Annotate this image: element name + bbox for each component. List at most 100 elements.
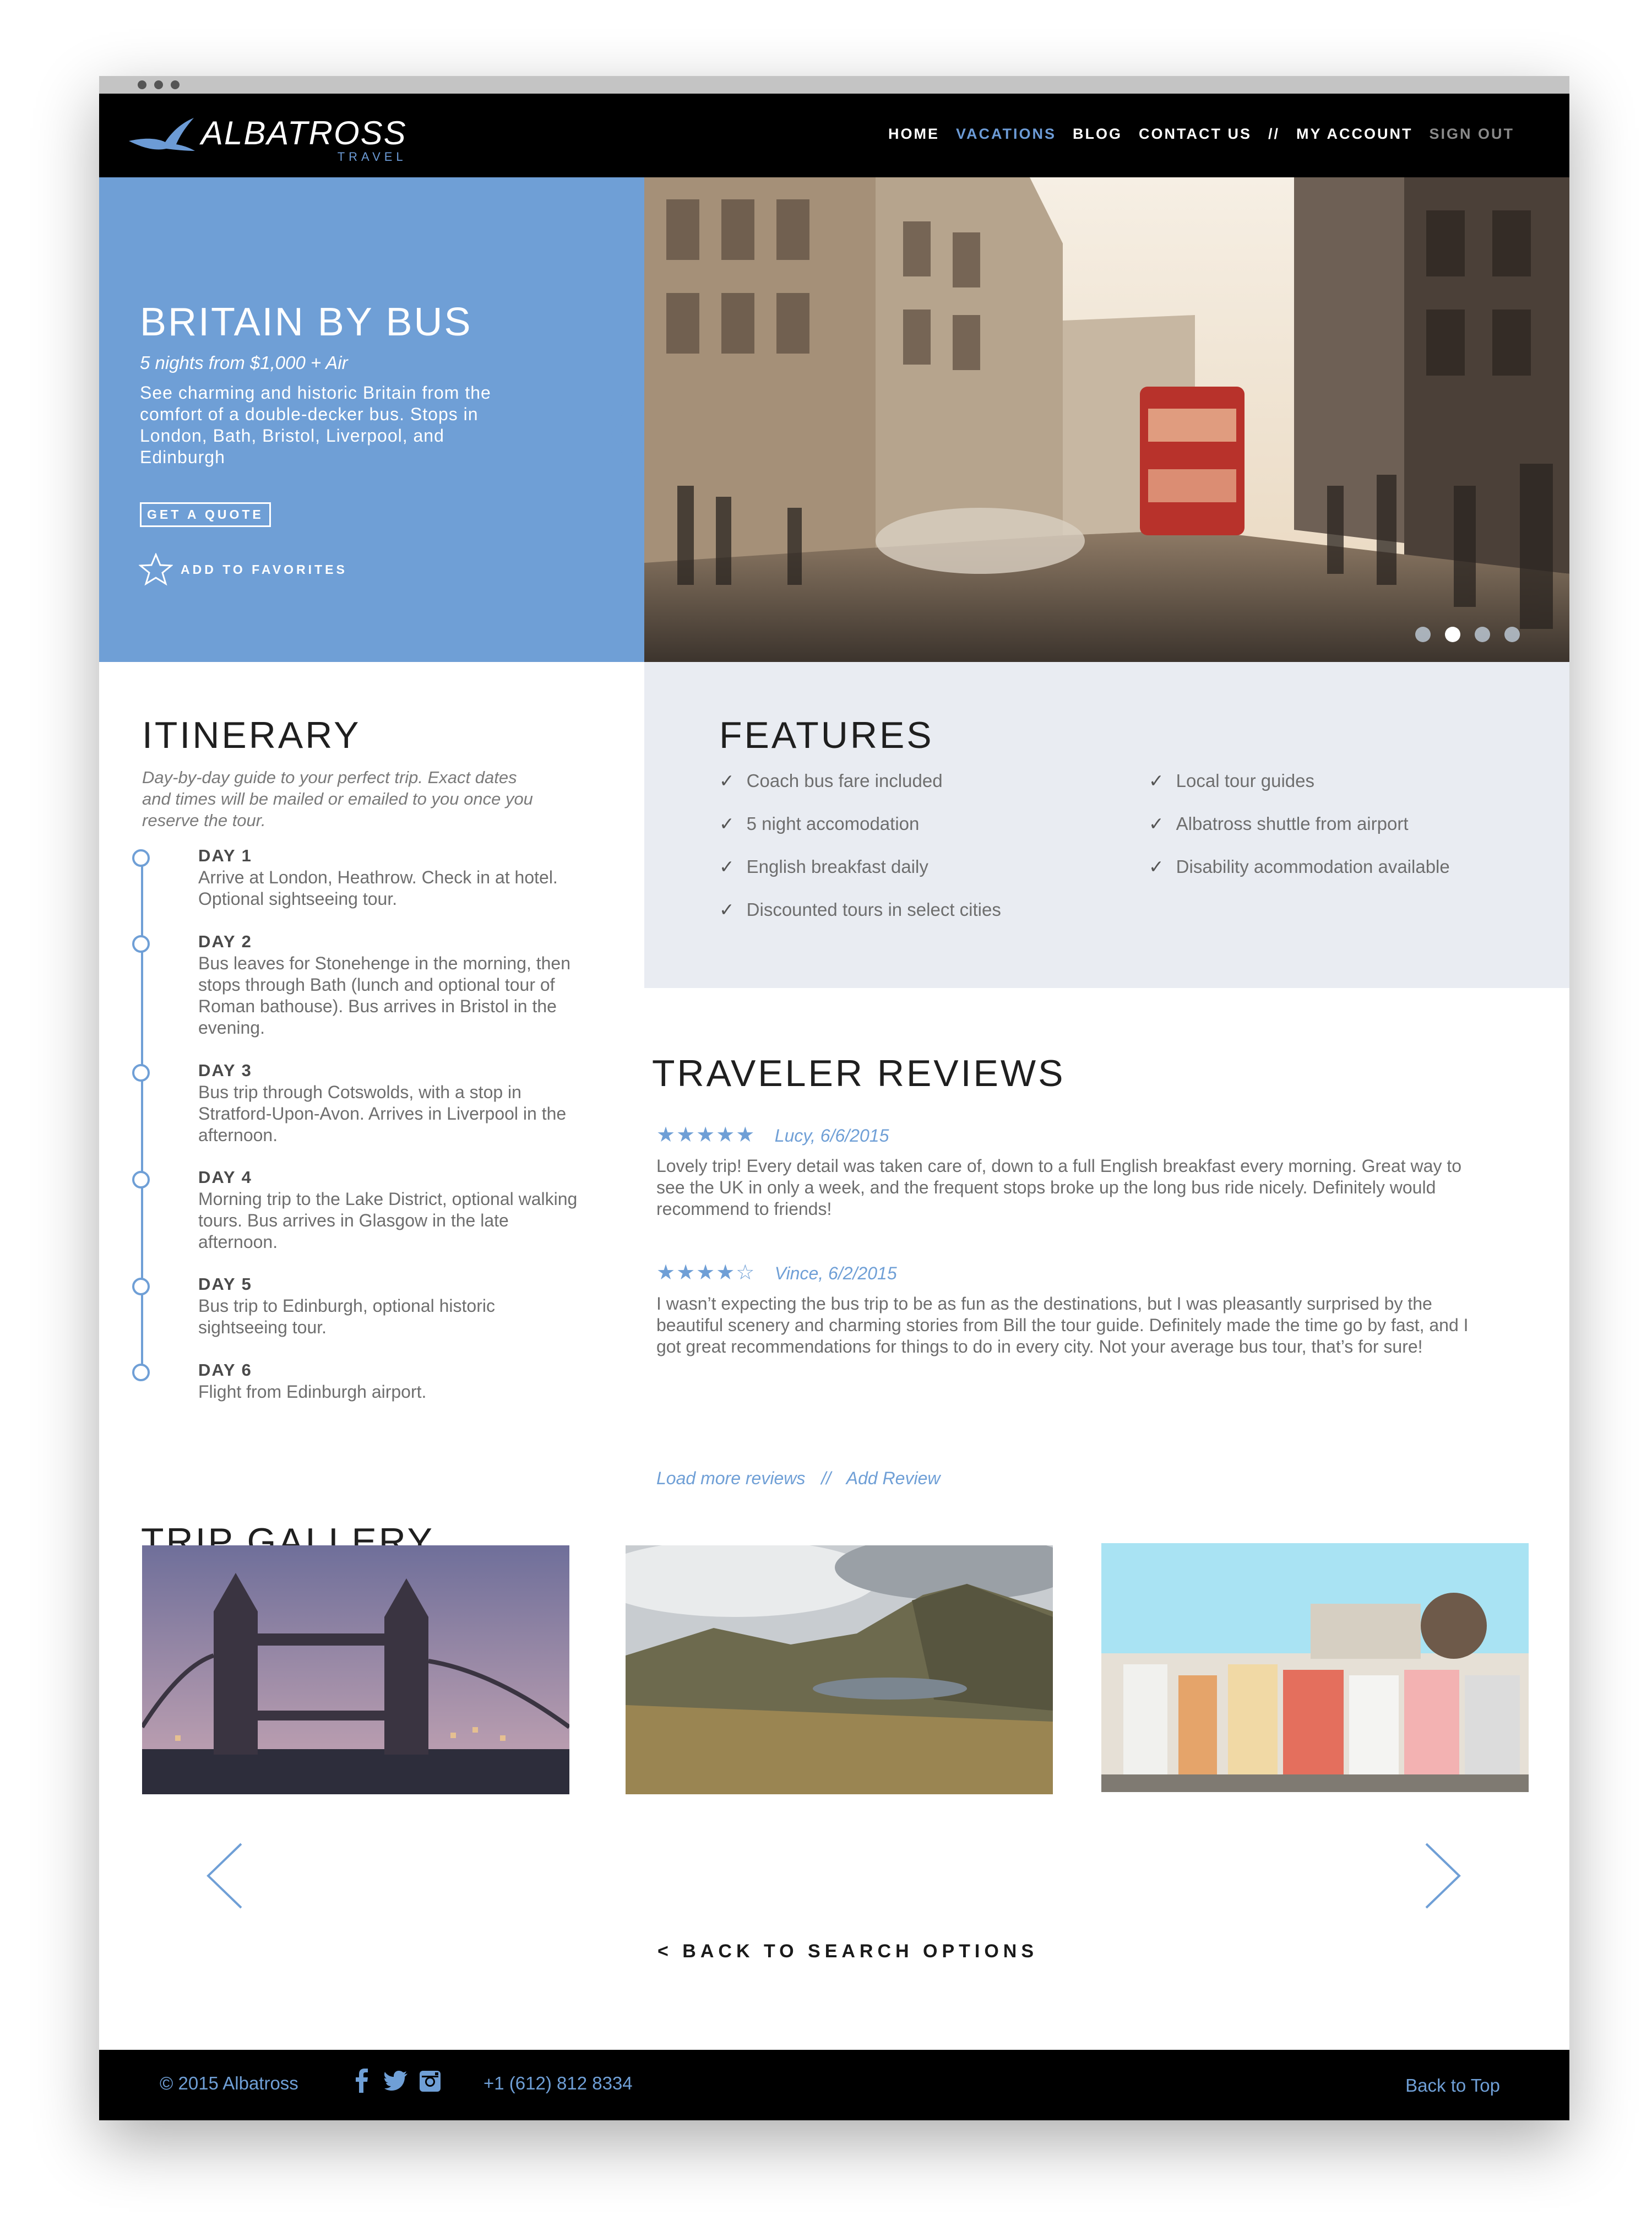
chevron-left-icon: [206, 1843, 242, 1909]
day-text: Morning trip to the Lake District, optio…: [198, 1189, 578, 1252]
nav-vacations[interactable]: VACATIONS: [956, 126, 1056, 143]
slide-dot-2[interactable]: [1445, 627, 1460, 642]
checkmark-icon: ✓: [1149, 856, 1164, 877]
gallery-next-arrow[interactable]: [1423, 1842, 1463, 1913]
feature-item: ✓ Discounted tours in select cities: [719, 899, 1001, 920]
features-title: FEATURES: [719, 714, 934, 756]
day-label: DAY 4: [198, 1168, 252, 1187]
slide-dot-4[interactable]: [1504, 627, 1520, 642]
review-text: Lovely trip! Every detail was taken care…: [656, 1156, 1462, 1219]
nav-my-account[interactable]: MY ACCOUNT: [1296, 126, 1413, 143]
feature-label: Discounted tours in select cities: [746, 899, 1001, 920]
checkmark-icon: ✓: [1149, 770, 1164, 791]
twitter-icon[interactable]: [384, 2069, 407, 2096]
hero-description: See charming and historic Britain from t…: [140, 383, 491, 467]
feature-label: English breakfast daily: [746, 856, 928, 877]
review-author: Lucy, 6/6/2015: [774, 1126, 889, 1146]
feature-label: Albatross shuttle from airport: [1176, 813, 1409, 834]
footer: © 2015 Albatross +1 (612) 812 8334 Back …: [99, 2050, 1569, 2120]
checkmark-icon: ✓: [1149, 813, 1164, 834]
reviews-title: TRAVELER REVIEWS: [652, 1052, 1066, 1094]
review-text: I wasn’t expecting the bus trip to be as…: [656, 1294, 1469, 1356]
feature-item: ✓ English breakfast daily: [719, 856, 928, 877]
review-header: ★★★★☆ Vince, 6/2/2015: [656, 1260, 897, 1285]
hero-info-panel: BRITAIN BY BUS 5 nights from $1,000 + Ai…: [99, 177, 644, 662]
back-to-search-link[interactable]: < BACK TO SEARCH OPTIONS: [657, 1941, 1038, 1962]
day-text: Flight from Edinburgh airport.: [198, 1382, 427, 1402]
slide-dot-3[interactable]: [1475, 627, 1490, 642]
day-text: Arrive at London, Heathrow. Check in at …: [198, 867, 558, 909]
feature-label: Coach bus fare included: [746, 770, 943, 791]
gallery-photo: [142, 1545, 569, 1794]
itinerary-intro: Day-by-day guide to your perfect trip. E…: [142, 768, 533, 830]
gallery-photo: [626, 1545, 1053, 1794]
window-dot-icon[interactable]: [138, 80, 146, 89]
timeline-node: [132, 1064, 150, 1082]
window-controls: [138, 80, 180, 89]
nav-sign-out[interactable]: SIGN OUT: [1429, 126, 1514, 143]
browser-window: ALBATROSS TRAVEL HOME VACATIONS BLOG CON…: [99, 76, 1569, 2120]
rating-stars-icon: ★★★★★: [656, 1123, 756, 1147]
back-to-top-link[interactable]: Back to Top: [1405, 2075, 1500, 2096]
feature-item: ✓ Albatross shuttle from airport: [1149, 813, 1409, 834]
nav-blog[interactable]: BLOG: [1073, 126, 1122, 143]
features-panel: FEATURES ✓ Coach bus fare included ✓ 5 nig…: [644, 662, 1569, 988]
day-text: Bus trip through Cotswolds, with a stop …: [198, 1082, 567, 1145]
main-menu: HOME VACATIONS BLOG CONTACT US // MY ACC…: [872, 126, 1514, 143]
checkmark-icon: ✓: [719, 899, 735, 920]
day-label: DAY 6: [198, 1360, 252, 1380]
feature-item: ✓ Disability acommodation available: [1149, 856, 1450, 877]
gallery-prev-arrow[interactable]: [205, 1842, 244, 1913]
add-to-favorites-label: ADD TO FAVORITES: [181, 562, 347, 577]
brand-tagline: TRAVEL: [337, 150, 407, 164]
copyright: © 2015 Albatross: [160, 2073, 298, 2093]
phone-number[interactable]: +1 (612) 812 8334: [483, 2073, 633, 2094]
rating-stars-icon: ★★★★☆: [656, 1261, 756, 1284]
window-dot-icon[interactable]: [171, 80, 180, 89]
checkmark-icon: ✓: [719, 856, 735, 877]
timeline-node: [132, 849, 150, 867]
logo[interactable]: ALBATROSS TRAVEL: [128, 116, 407, 163]
day-label: DAY 2: [198, 932, 252, 951]
gallery-image-tower-bridge[interactable]: [142, 1545, 569, 1794]
social-links: [350, 2069, 442, 2096]
window-dot-icon[interactable]: [154, 80, 163, 89]
checkmark-icon: ✓: [719, 770, 735, 791]
feature-label: 5 night accomodation: [746, 813, 920, 834]
review-link-separator: //: [821, 1468, 832, 1488]
load-more-reviews-link[interactable]: Load more reviews: [656, 1468, 805, 1488]
day-text: Bus trip to Edinburgh, optional historic…: [198, 1296, 495, 1337]
albatross-bird-icon: [129, 118, 195, 151]
hero-panel-pointer: [611, 373, 644, 495]
gallery-image-bristol-houses[interactable]: [1101, 1543, 1529, 1792]
hero-price: 5 nights from $1,000 + Air: [140, 352, 348, 373]
review-author: Vince, 6/2/2015: [774, 1263, 897, 1283]
timeline-node: [132, 1364, 150, 1381]
add-to-favorites-button[interactable]: ADD TO FAVORITES: [139, 553, 347, 586]
feature-label: Disability acommodation available: [1176, 856, 1450, 877]
feature-item: ✓ Coach bus fare included: [719, 770, 943, 791]
day-text: Bus leaves for Stonehenge in the morning…: [198, 953, 570, 1038]
feature-item: ✓ 5 night accomodation: [719, 813, 919, 834]
star-outline-icon: [139, 553, 173, 586]
review-actions: Load more reviews // Add Review: [656, 1468, 940, 1489]
nav-contact-us[interactable]: CONTACT US: [1139, 126, 1252, 143]
hero-photo-london-street: [644, 177, 1569, 662]
feature-label: Local tour guides: [1176, 770, 1314, 791]
hero-title: BRITAIN BY BUS: [140, 300, 472, 344]
brand-name: ALBATROSS: [201, 115, 407, 151]
get-a-quote-button[interactable]: GET A QUOTE: [140, 502, 271, 527]
nav-home[interactable]: HOME: [888, 126, 939, 143]
review-header: ★★★★★ Lucy, 6/6/2015: [656, 1122, 889, 1147]
instagram-icon[interactable]: [419, 2069, 442, 2096]
hero-slider-dots: [1415, 627, 1520, 642]
itinerary-title: ITINERARY: [142, 714, 361, 756]
day-label: DAY 5: [198, 1274, 252, 1294]
timeline-node: [132, 1171, 150, 1188]
feature-item: ✓ Local tour guides: [1149, 770, 1314, 791]
slide-dot-1[interactable]: [1415, 627, 1431, 642]
facebook-icon[interactable]: [350, 2069, 373, 2096]
top-navigation: ALBATROSS TRAVEL HOME VACATIONS BLOG CON…: [99, 94, 1569, 177]
gallery-image-lake-district[interactable]: [626, 1545, 1053, 1794]
add-review-link[interactable]: Add Review: [846, 1468, 941, 1488]
